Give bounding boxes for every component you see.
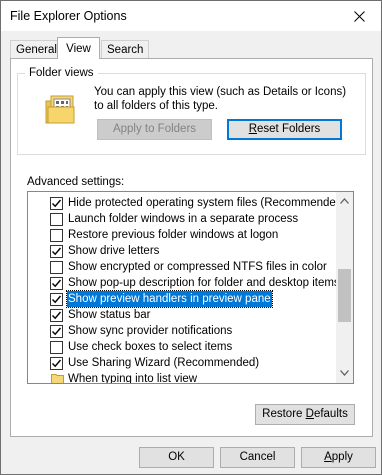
list-item-label: Show encrypted or compressed NTFS files … — [68, 261, 327, 273]
folder-icon — [51, 374, 64, 383]
scroll-down-arrow-icon[interactable] — [340, 370, 349, 376]
checkbox-checked[interactable] — [50, 245, 63, 258]
list-item-label: Use check boxes to select items — [68, 341, 233, 353]
reset-folders-mnemonic: R — [248, 123, 258, 135]
checkbox-checked[interactable] — [50, 325, 63, 338]
restore-defaults-mnemonic: D — [305, 408, 314, 420]
list-item-label: Hide protected operating system files (R… — [68, 197, 347, 209]
checkbox-unchecked[interactable] — [50, 229, 63, 242]
list-item-show-preview-handlers[interactable]: Show preview handlers in preview pane — [28, 290, 338, 308]
list-item-hide-protected-files[interactable]: Hide protected operating system files (R… — [28, 195, 346, 211]
folder-views-legend: Folder views — [25, 67, 98, 79]
reset-folders-button[interactable]: Reset Folders — [227, 119, 342, 140]
reset-folders-label: eset Folders — [257, 123, 321, 135]
title-bar: File Explorer Options — [1, 1, 381, 31]
list-item-show-status-bar[interactable]: Show status bar — [28, 307, 338, 323]
checkbox-unchecked[interactable] — [50, 261, 63, 274]
advanced-settings-list[interactable]: Hide protected operating system files (R… — [27, 191, 354, 384]
ok-button[interactable]: OK — [139, 447, 214, 468]
checkbox-checked[interactable] — [50, 293, 63, 306]
checkmark-icon — [52, 199, 62, 208]
scrollbar-thumb[interactable] — [338, 269, 351, 322]
scroll-up-arrow-icon[interactable] — [340, 198, 349, 204]
list-item-label: When typing into list view — [68, 373, 198, 384]
list-item-label: Show status bar — [68, 309, 151, 321]
apply-mnemonic: A — [324, 451, 332, 463]
list-item-label: Show drive letters — [68, 245, 160, 257]
list-item-label: Launch folder windows in a separate proc… — [68, 213, 299, 225]
advanced-settings-label: Advanced settings: — [27, 176, 125, 188]
checkbox-checked[interactable] — [50, 357, 63, 370]
checkbox-unchecked[interactable] — [50, 213, 63, 226]
list-item-use-check-boxes[interactable]: Use check boxes to select items — [28, 339, 338, 355]
restore-defaults-post: efaults — [313, 408, 348, 420]
apply-to-folders-button[interactable]: Apply to Folders — [97, 119, 212, 140]
vertical-scrollbar[interactable] — [336, 192, 353, 383]
checkbox-checked[interactable] — [50, 309, 63, 322]
cancel-button[interactable]: Cancel — [220, 447, 295, 468]
list-item-show-sync-notifications[interactable]: Show sync provider notifications — [28, 323, 338, 339]
close-icon — [353, 10, 365, 22]
tab-search[interactable]: Search — [101, 40, 150, 59]
checkmark-icon — [52, 359, 62, 368]
checkmark-icon — [52, 295, 62, 304]
list-item-show-drive-letters[interactable]: Show drive letters — [28, 243, 338, 259]
list-item-label: Use Sharing Wizard (Recommended) — [68, 357, 260, 369]
list-item-when-typing-list-view[interactable]: When typing into list view — [28, 371, 338, 384]
tab-general[interactable]: General — [10, 40, 63, 59]
apply-label: pply — [331, 451, 353, 463]
restore-defaults-button[interactable]: Restore Defaults — [255, 404, 355, 425]
list-item-use-sharing-wizard[interactable]: Use Sharing Wizard (Recommended) — [28, 355, 338, 371]
file-explorer-options-dialog: File Explorer Options General View Searc… — [0, 0, 382, 475]
checkbox-checked[interactable] — [50, 277, 63, 290]
list-item-show-popup-description[interactable]: Show pop-up description for folder and d… — [28, 275, 340, 291]
apply-button[interactable]: Apply — [301, 447, 376, 468]
tab-view[interactable]: View — [57, 37, 100, 59]
list-item-label: Show sync provider notifications — [68, 325, 233, 337]
checkmark-icon — [52, 327, 62, 336]
checkmark-icon — [52, 311, 62, 320]
list-item-label: Show pop-up description for folder and d… — [68, 277, 340, 289]
close-button[interactable] — [337, 1, 381, 31]
folder-views-description: You can apply this view (such as Details… — [94, 86, 347, 112]
list-item-label: Restore previous folder windows at logon — [68, 229, 279, 241]
checkmark-icon — [52, 279, 62, 288]
folder-views-icon — [45, 95, 75, 124]
list-item-restore-previous-windows[interactable]: Restore previous folder windows at logon — [28, 227, 338, 243]
checkbox-unchecked[interactable] — [50, 341, 63, 354]
checkmark-icon — [52, 247, 62, 256]
checkbox-checked[interactable] — [50, 197, 63, 210]
list-item-label-selected: Show preview handlers in preview pane — [66, 290, 273, 308]
restore-defaults-pre: Restore — [262, 408, 306, 420]
list-item-launch-separate-process[interactable]: Launch folder windows in a separate proc… — [28, 211, 338, 227]
window-title: File Explorer Options — [10, 9, 127, 23]
list-item-show-encrypted-color[interactable]: Show encrypted or compressed NTFS files … — [28, 259, 338, 275]
